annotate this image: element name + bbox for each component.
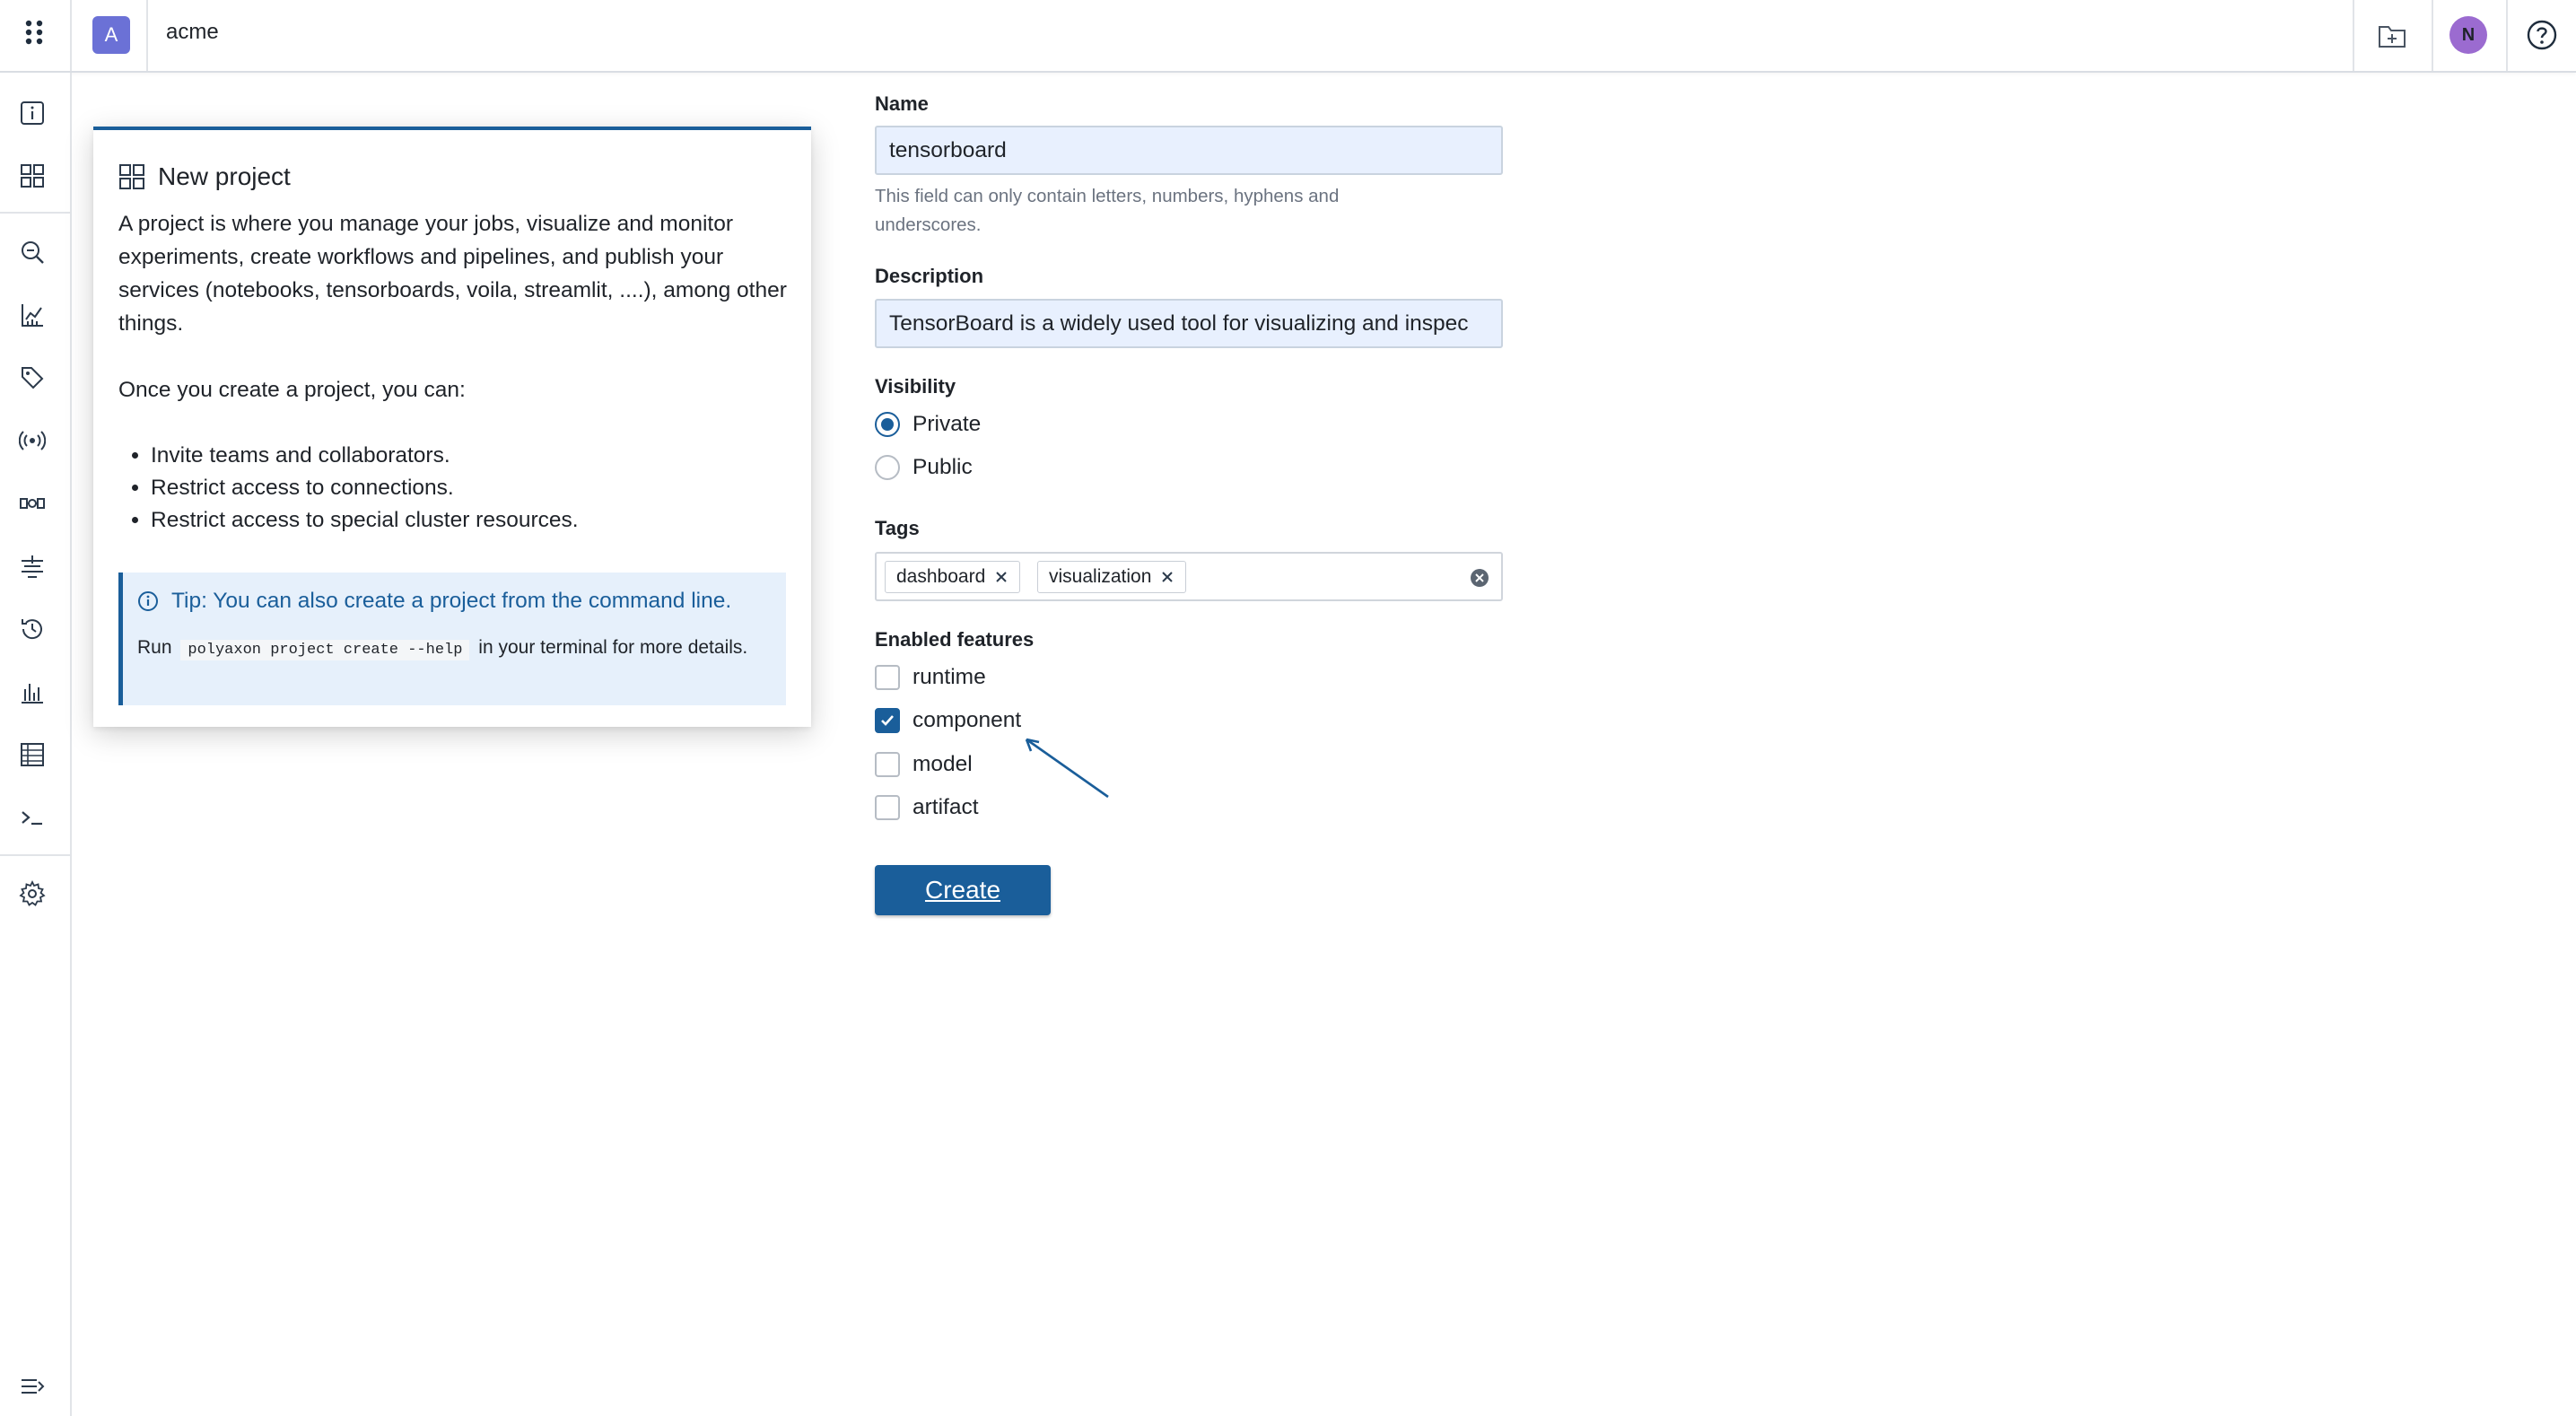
check-icon [881, 715, 894, 726]
tags-label: Tags [875, 517, 920, 539]
close-icon[interactable] [1160, 570, 1174, 584]
radio-label: Public [913, 455, 973, 479]
card-once-created: Once you create a project, you can: [118, 378, 466, 402]
info-icon[interactable] [16, 97, 48, 129]
features-label: Enabled features [875, 628, 1035, 651]
checkbox-label: runtime [913, 665, 986, 689]
card-bullets: Invite teams and collaborators. Restrict… [118, 440, 791, 537]
list-item: Invite teams and collaborators. [151, 440, 791, 472]
user-avatar[interactable]: N [2449, 16, 2487, 54]
settings-gear-icon[interactable] [16, 878, 48, 910]
divider [2506, 0, 2508, 71]
tag-label: dashboard [896, 566, 986, 587]
dots-grid-icon [25, 20, 43, 44]
tip-callout: Tip: You can also create a project from … [118, 573, 786, 705]
name-help-text: This field can only contain letters, num… [875, 186, 1340, 235]
card-intro: A project is where you manage your jobs,… [118, 212, 787, 336]
name-label: Name [875, 92, 929, 115]
name-input[interactable]: tensorboard [875, 126, 1503, 175]
divider [0, 854, 70, 856]
collapse-sidebar-icon[interactable] [16, 1370, 48, 1403]
radio-label: Private [913, 412, 982, 436]
tags-input[interactable]: dashboard visualization [875, 552, 1503, 601]
clear-circle-icon [1471, 569, 1489, 587]
history-clock-icon[interactable] [16, 613, 48, 645]
visibility-private-radio[interactable]: Private [875, 412, 981, 437]
description-input[interactable]: TensorBoard is a widely used tool for vi… [875, 299, 1503, 348]
close-icon[interactable] [994, 570, 1009, 584]
feature-artifact-checkbox[interactable]: artifact [875, 795, 979, 820]
card-title: New project [118, 162, 291, 191]
feature-component-checkbox[interactable]: component [875, 708, 1021, 733]
checkbox[interactable] [875, 752, 900, 777]
divider [2353, 0, 2354, 71]
clear-tags-button[interactable] [1469, 567, 1490, 589]
checkbox-label: model [913, 752, 973, 776]
org-avatar[interactable]: A [92, 16, 130, 54]
divider [2432, 0, 2433, 71]
search-runs-icon[interactable] [16, 236, 48, 268]
terminal-icon[interactable] [16, 801, 48, 834]
feature-runtime-checkbox[interactable]: runtime [875, 665, 986, 690]
card-title-text: New project [158, 162, 291, 190]
create-button[interactable]: Create [875, 865, 1051, 915]
dashboard-grid-icon[interactable] [16, 160, 48, 192]
tag-chip: visualization [1037, 561, 1187, 593]
card-body: A project is where you manage your jobs,… [118, 207, 791, 537]
bar-chart-icon[interactable] [16, 676, 48, 708]
tip-command: polyaxon project create --help [180, 640, 470, 660]
tag-chip: dashboard [885, 561, 1021, 593]
feature-model-checkbox[interactable]: model [875, 752, 973, 777]
radio-button[interactable] [875, 455, 900, 480]
checkbox[interactable] [875, 708, 900, 733]
tip-run-prefix: Run [137, 637, 172, 658]
list-item: Restrict access to special cluster resou… [151, 504, 791, 537]
new-project-button[interactable] [2374, 18, 2410, 54]
description-label: Description [875, 265, 984, 287]
tip-header: Tip: You can also create a project from … [137, 589, 731, 614]
help-button[interactable] [2523, 16, 2561, 54]
checkbox[interactable] [875, 795, 900, 820]
divider [146, 0, 148, 71]
tag-icon[interactable] [16, 362, 48, 394]
analytics-chart-icon[interactable] [16, 299, 48, 331]
annotation-arrow-icon [1025, 738, 1109, 799]
help-circle-icon [2527, 20, 2557, 50]
top-bar: A acme N [0, 0, 2576, 73]
new-project-info-card: New project A project is where you manag… [93, 127, 811, 727]
apps-menu-button[interactable] [0, 0, 72, 71]
checkbox-label: artifact [913, 795, 979, 819]
divider [0, 212, 70, 214]
tag-label: visualization [1049, 566, 1152, 587]
table-list-icon[interactable] [16, 739, 48, 771]
sidebar [0, 73, 72, 1416]
org-name[interactable]: acme [166, 20, 219, 45]
broadcast-icon[interactable] [16, 424, 48, 457]
info-circle-icon [138, 591, 158, 611]
radio-button[interactable] [875, 412, 900, 437]
tip-title: Tip: You can also create a project from … [171, 589, 732, 613]
tip-text: Run polyaxon project create --help in yo… [137, 634, 765, 665]
visibility-public-radio[interactable]: Public [875, 455, 973, 480]
pipeline-icon[interactable] [16, 487, 48, 520]
checkbox[interactable] [875, 665, 900, 690]
tip-run-suffix: in your terminal for more details. [478, 637, 748, 658]
visibility-label: Visibility [875, 375, 956, 398]
checkbox-label: component [913, 708, 1022, 732]
list-item: Restrict access to connections. [151, 472, 791, 504]
filter-lines-icon[interactable] [16, 550, 48, 582]
folder-plus-icon [2379, 26, 2406, 48]
dashboard-grid-icon [119, 164, 144, 189]
